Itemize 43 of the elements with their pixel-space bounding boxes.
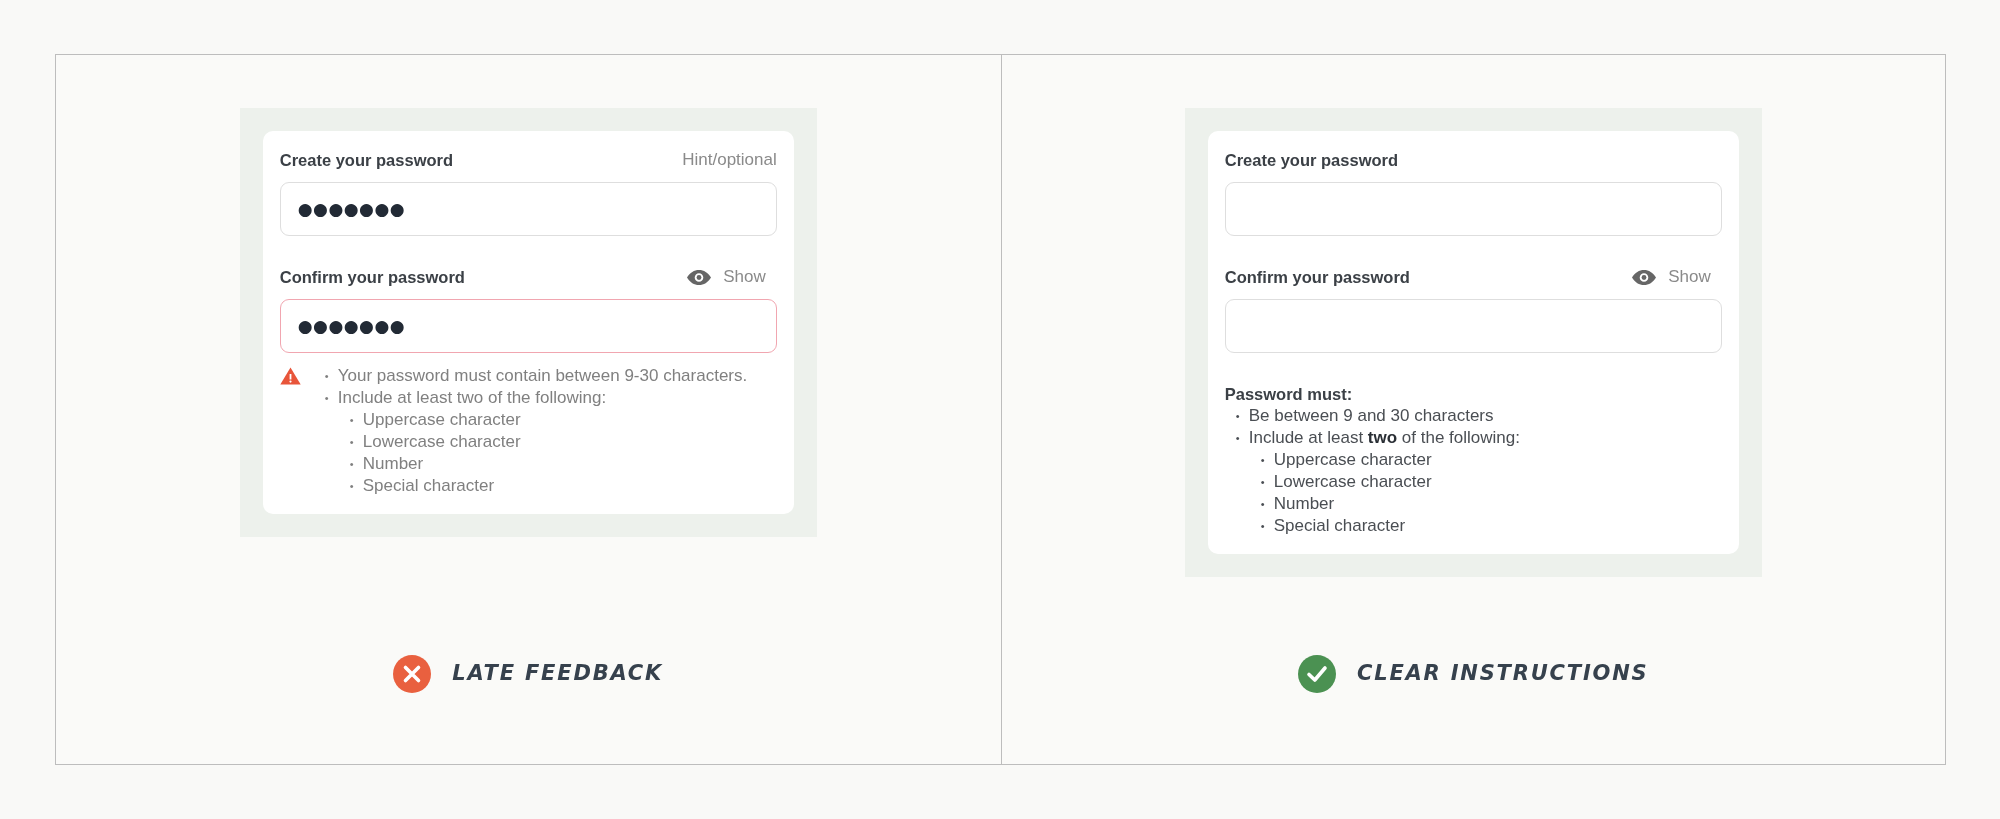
list-bullet: •: [349, 479, 355, 494]
field-label: Confirm your password: [1224, 267, 1410, 288]
caption-text: LATE FEEDBACK: [452, 660, 664, 688]
requirement-text: Uppercase character: [1273, 449, 1432, 471]
field-label: Confirm your password: [279, 267, 465, 288]
list-bullet: •: [1235, 409, 1241, 424]
requirement-text: Lowercase character: [362, 431, 521, 453]
list-bullet: •: [324, 391, 330, 406]
requirement-text: Be between 9 and 30 characters: [1248, 405, 1494, 427]
list-bullet: •: [1260, 475, 1266, 490]
warning-icon: [279, 367, 301, 385]
requirement-text: Special character: [1273, 515, 1406, 537]
requirement-text: Number: [1273, 493, 1335, 515]
requirement-text: Include at least two of the following:: [1248, 427, 1520, 449]
show-password-button[interactable]: Show: [1632, 266, 1722, 288]
requirement-text: Include at least two of the following:: [337, 387, 607, 409]
list-bullet: •: [349, 435, 355, 450]
password-field[interactable]: ●●●●●●●: [279, 299, 777, 353]
cross-icon: [393, 655, 432, 693]
eye-icon: [1632, 269, 1657, 285]
requirement-text: Your password must contain between 9-30 characters.: [337, 365, 748, 387]
list-bullet: •: [324, 369, 330, 384]
list-bullet: •: [1260, 453, 1266, 468]
eye-icon: [687, 269, 712, 285]
requirement-text: Special character: [362, 475, 495, 497]
list-bullet: •: [349, 413, 355, 428]
list-bullet: •: [1260, 519, 1266, 534]
list-bullet: •: [349, 457, 355, 472]
field-label: Create your password: [279, 150, 454, 171]
field-label: Create your password: [1224, 150, 1399, 171]
check-icon: [1298, 655, 1337, 693]
list-bullet: •: [1260, 497, 1266, 512]
requirements-heading: Password must:: [1224, 384, 1354, 405]
requirement-text: Number: [362, 453, 424, 475]
list-bullet: •: [1235, 431, 1241, 446]
requirement-text: Uppercase character: [362, 409, 521, 431]
password-field[interactable]: [1224, 299, 1722, 353]
requirement-text: Lowercase character: [1273, 471, 1432, 493]
password-field[interactable]: ●●●●●●●: [279, 182, 777, 236]
show-password-button[interactable]: Show: [687, 266, 777, 288]
hint-text: Hint/optional: [682, 149, 777, 171]
password-field[interactable]: [1224, 182, 1722, 236]
caption-text: CLEAR INSTRUCTIONS: [1357, 660, 1649, 688]
